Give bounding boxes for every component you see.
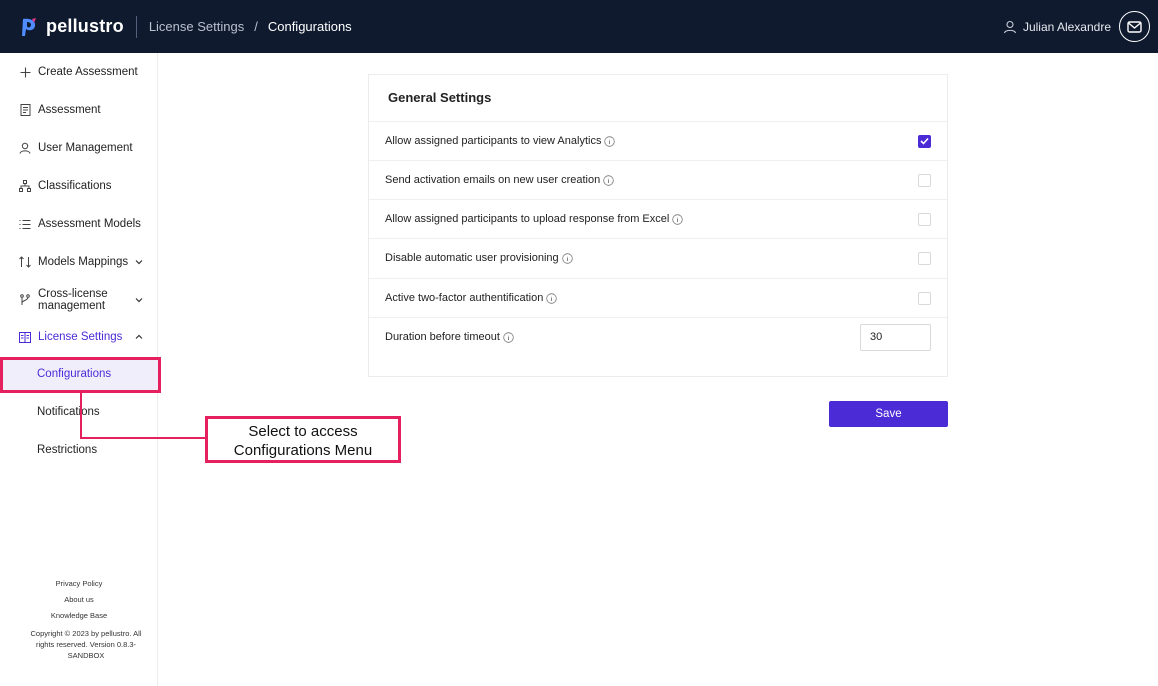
settings-card-icon [18, 330, 32, 344]
annotation-callout: Select to access Configurations Menu [205, 416, 401, 463]
annotation-connector-vertical [80, 393, 82, 439]
sidebar-item-license-settings[interactable]: License Settings [0, 329, 158, 345]
sidebar-item-cross-license-management[interactable]: Cross-license management [0, 287, 158, 313]
sidebar-item-label: User Management [38, 142, 133, 154]
setting-row-upload-excel: Allow assigned participants to upload re… [369, 199, 947, 238]
sidebar-item-create-assessment[interactable]: Create Assessment [0, 64, 158, 80]
activation-emails-checkbox[interactable] [918, 173, 931, 187]
annotation-highlight-box [0, 357, 161, 393]
upload-excel-checkbox[interactable] [918, 212, 931, 226]
brand-name: pellustro [46, 16, 124, 36]
setting-label: Disable automatic user provisioning [385, 252, 559, 264]
setting-label: Send activation emails on new user creat… [385, 174, 601, 186]
sidebar-item-assessment-models[interactable]: Assessment Models [0, 216, 158, 232]
info-icon[interactable] [672, 213, 684, 225]
breadcrumb-current-page: Configurations [267, 19, 352, 34]
info-icon[interactable] [561, 252, 573, 264]
header-divider [135, 15, 137, 38]
sidebar-item-user-management[interactable]: User Management [0, 140, 158, 156]
sidebar-item-assessment[interactable]: Assessment [0, 102, 158, 118]
setting-label: Duration before timeout [385, 331, 500, 343]
privacy-policy-link[interactable]: Privacy Policy [0, 576, 158, 592]
user-name[interactable]: Julian Alexandre [1023, 20, 1111, 34]
breadcrumb-license-settings[interactable]: License Settings [149, 19, 244, 34]
info-icon[interactable] [604, 135, 616, 147]
hierarchy-icon [18, 179, 32, 193]
branch-icon [18, 293, 32, 307]
setting-label: Allow assigned participants to upload re… [385, 213, 670, 225]
sidebar-item-label: Assessment Models [38, 218, 141, 230]
sidebar-item-label: Create Assessment [38, 66, 138, 78]
chevron-down-icon [135, 260, 143, 265]
save-button[interactable]: Save [829, 401, 948, 427]
user-icon [1003, 20, 1016, 33]
sidebar-item-label: Cross-license management [38, 288, 108, 312]
about-us-link[interactable]: About us [0, 592, 158, 608]
setting-row-activation-emails: Send activation emails on new user creat… [369, 160, 947, 199]
sidebar-subitem-notifications[interactable]: Notifications [37, 406, 100, 418]
annotation-line-2: Configurations Menu [233, 442, 373, 459]
list-icon [18, 217, 32, 231]
brand-logo[interactable]: pellustro [20, 16, 124, 37]
sidebar-item-label: Models Mappings [38, 256, 129, 268]
knowledge-base-link[interactable]: Knowledge Base [0, 608, 158, 624]
analytics-checkbox[interactable] [918, 134, 931, 148]
setting-row-timeout: Duration before timeout [369, 317, 947, 356]
timeout-duration-input[interactable] [860, 323, 931, 351]
general-settings-card: General Settings Allow assigned particip… [368, 74, 948, 377]
sidebar-item-classifications[interactable]: Classifications [0, 178, 158, 194]
setting-row-user-provisioning: Disable automatic user provisioning [369, 238, 947, 277]
two-factor-checkbox[interactable] [918, 291, 931, 305]
user-icon [18, 141, 32, 155]
sidebar-item-label: License Settings [38, 331, 123, 343]
sidebar-footer-links: Privacy Policy About us Knowledge Base [0, 576, 158, 624]
annotation-connector-horizontal [80, 437, 207, 439]
top-navigation-bar: pellustro License Settings / Configurati… [0, 0, 1158, 53]
messages-button[interactable] [1119, 11, 1150, 42]
mail-icon [1127, 20, 1142, 33]
plus-icon [18, 65, 32, 79]
sidebar-item-label: Classifications [38, 180, 112, 192]
breadcrumb-separator: / [254, 19, 258, 34]
info-icon[interactable] [546, 292, 558, 304]
sidebar-item-models-mappings[interactable]: Models Mappings [0, 254, 158, 270]
card-title: General Settings [388, 90, 492, 105]
copyright-text: Copyright © 2023 by pellustro. All right… [30, 629, 142, 660]
setting-row-view-analytics: Allow assigned participants to view Anal… [369, 121, 947, 160]
annotation-line-1: Select to access [248, 423, 358, 440]
setting-label: Allow assigned participants to view Anal… [385, 135, 602, 147]
chevron-down-icon [135, 298, 143, 303]
info-icon[interactable] [503, 331, 514, 343]
chevron-up-icon [135, 334, 143, 339]
sidebar-subitem-restrictions[interactable]: Restrictions [37, 444, 97, 456]
document-icon [18, 103, 32, 117]
setting-label: Active two-factor authentification [385, 292, 544, 304]
info-icon[interactable] [603, 174, 614, 186]
pellustro-logo-icon [22, 17, 36, 36]
checkmark-icon [920, 137, 929, 145]
sidebar-item-label: Assessment [38, 104, 101, 116]
setting-row-two-factor: Active two-factor authentification [369, 278, 947, 317]
mapping-icon [18, 255, 32, 269]
user-provisioning-checkbox[interactable] [918, 251, 931, 265]
user-area: Julian Alexandre [1003, 11, 1150, 42]
